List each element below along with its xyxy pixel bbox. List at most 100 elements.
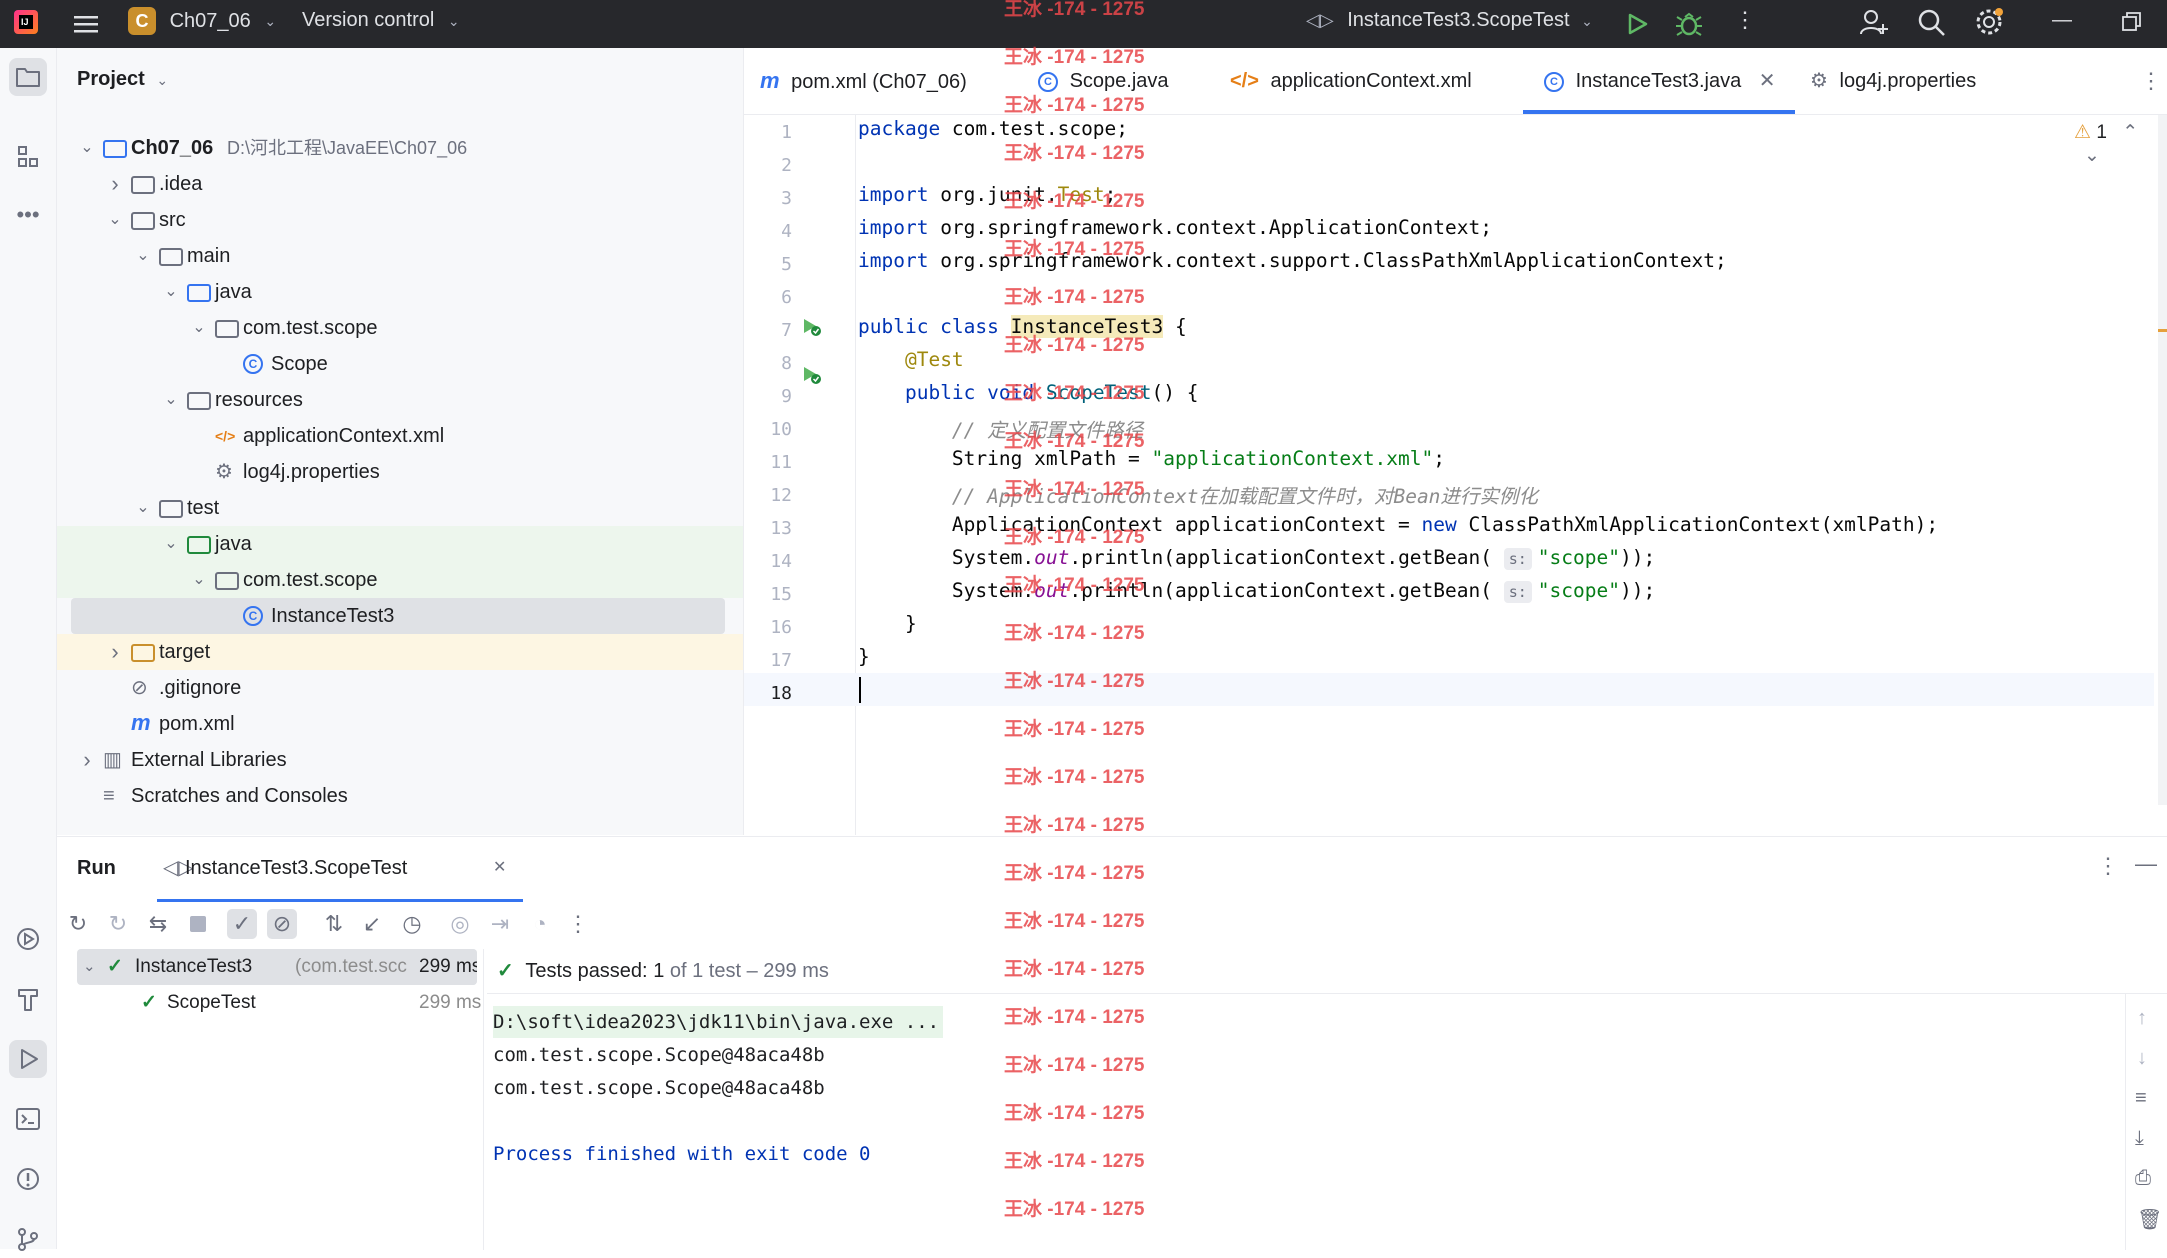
tree-item-main[interactable]: ⌄ main <box>57 238 743 274</box>
run-icon[interactable] <box>1624 6 1650 54</box>
tab-application-context-xml[interactable]: </> applicationContext.xml <box>1230 48 1472 114</box>
tree-item-pom-xml[interactable]: m pom.xml <box>57 706 743 742</box>
tree-item-java[interactable]: ⌄ java <box>57 274 743 310</box>
chevron-down-icon[interactable]: ⌄ <box>83 949 96 985</box>
class-icon: C <box>243 354 263 374</box>
more-actions-icon[interactable]: ⋮ <box>563 909 593 939</box>
version-control-menu[interactable]: Version control ⌄ <box>302 0 460 48</box>
tree-item-target[interactable]: › target <box>57 634 743 670</box>
debug-icon[interactable] <box>1674 6 1704 54</box>
show-passed-icon[interactable]: ✓ <box>227 909 257 939</box>
chevron-down-icon[interactable]: ⌄ <box>77 130 97 166</box>
run-config-tab[interactable]: ◁▷ InstanceTest3.ScopeTest ✕ <box>157 837 523 902</box>
add-user-icon[interactable] <box>1858 4 1890 52</box>
soft-wrap-icon[interactable]: ≡ <box>2135 1087 2147 1110</box>
terminal-tool-icon[interactable] <box>9 1100 47 1138</box>
chevron-down-icon[interactable]: ⌄ <box>2084 145 2100 166</box>
sort-alphabetically-icon[interactable]: ⇅ <box>319 909 349 939</box>
toggle-auto-test-icon[interactable]: ⇆ <box>143 909 173 939</box>
project-panel-header[interactable]: Project ⌄ <box>77 68 168 91</box>
hide-panel-icon[interactable]: — <box>2135 851 2157 877</box>
tree-item-resources[interactable]: ⌄ resources <box>57 382 743 418</box>
run-config-tab-label: InstanceTest3.ScopeTest <box>185 857 408 879</box>
chevron-down-icon[interactable]: ⌄ <box>161 382 181 418</box>
gutter-divider <box>855 115 856 835</box>
rerun-failed-icon[interactable]: ↻ <box>103 909 133 939</box>
tree-item-log4j-properties[interactable]: ⚙ log4j.properties <box>57 454 743 490</box>
history-icon[interactable]: ◷ <box>397 909 427 939</box>
chevron-down-icon[interactable]: ⌄ <box>133 490 153 526</box>
run-test-gutter-icon[interactable] <box>800 315 822 342</box>
services-tool-icon[interactable] <box>9 920 47 958</box>
tab-pom-xml[interactable]: m pom.xml (Ch07_06) <box>760 48 967 114</box>
tree-item-com-test-scope[interactable]: ⌄ com.test.scope <box>57 310 743 346</box>
restore-window-icon[interactable] <box>2120 4 2144 52</box>
chevron-down-icon[interactable]: ⌄ <box>161 274 181 310</box>
chevron-right-icon[interactable]: › <box>105 166 125 202</box>
import-tests-icon[interactable]: ⇥ <box>485 909 515 939</box>
git-tool-icon[interactable] <box>9 1220 47 1258</box>
tree-item-gitignore[interactable]: ⊘ .gitignore <box>57 670 743 706</box>
main-menu-icon[interactable] <box>72 6 100 42</box>
tree-item-com-test-scope[interactable]: ⌄ com.test.scope <box>57 562 743 598</box>
minimize-window-icon[interactable]: — <box>2052 0 2072 48</box>
chevron-right-icon[interactable]: › <box>105 634 125 670</box>
test-row-instancetest3[interactable]: ⌄ ✓ InstanceTest3 (com.test.scc 299 ms <box>77 949 477 985</box>
console-line-command[interactable]: D:\soft\idea2023\jdk11\bin\java.exe ... <box>493 1006 944 1038</box>
structure-tool-icon[interactable] <box>9 138 47 176</box>
more-tools-icon[interactable]: ••• <box>9 196 47 234</box>
app-logo-icon[interactable]: IJ <box>12 8 40 36</box>
tab-options-icon[interactable]: ⋮ <box>2140 48 2162 114</box>
chevron-down-icon[interactable]: ⌄ <box>189 310 209 346</box>
run-tool-icon[interactable] <box>9 1040 47 1078</box>
editor-scrollbar[interactable] <box>2158 115 2167 805</box>
search-icon[interactable] <box>1916 4 1948 52</box>
stop-icon[interactable] <box>183 909 213 939</box>
rerun-icon[interactable]: ↻ <box>63 909 93 939</box>
close-tab-icon[interactable]: ✕ <box>1759 70 1776 92</box>
problems-tool-icon[interactable] <box>9 1160 47 1198</box>
test-row-scopetest[interactable]: ✓ ScopeTest 299 ms <box>77 985 481 1021</box>
print-icon[interactable]: ⎙ <box>2135 1167 2151 1190</box>
close-tab-icon[interactable]: ✕ <box>493 837 506 899</box>
scroll-up-icon[interactable]: ↑ <box>2137 1007 2147 1030</box>
run-test-gutter-icon[interactable] <box>800 363 822 390</box>
chevron-right-icon[interactable]: › <box>77 742 97 778</box>
code-editor[interactable]: ⚠ 1 ⌃ ⌄ 1 2 3 4 5 6 7 8 9 10 11 12 13 14 15 16 17 18 pack… <box>744 115 2167 835</box>
show-ignored-icon[interactable]: ⊘ <box>267 909 297 939</box>
console-line-exit: Process finished with exit code 0 <box>493 1143 871 1165</box>
chevron-up-icon[interactable]: ⌃ <box>2122 122 2138 143</box>
project-tool-icon[interactable] <box>9 58 47 96</box>
coverage-icon[interactable]: ◔ <box>525 909 555 939</box>
chevron-down-icon[interactable]: ⌄ <box>105 202 125 238</box>
tree-item-scratches-and-consoles[interactable]: ≡ Scratches and Consoles <box>57 778 743 814</box>
class-icon: C <box>243 606 263 626</box>
more-options-icon[interactable]: ⋮ <box>2097 853 2119 879</box>
tree-item-test[interactable]: ⌄ test <box>57 490 743 526</box>
tree-item-java[interactable]: ⌄ java <box>57 526 743 562</box>
tree-item-external-libraries[interactable]: › ▥ External Libraries <box>57 742 743 778</box>
project-switcher[interactable]: C Ch07_06 ⌄ <box>128 0 276 48</box>
settings-gear-icon[interactable] <box>1974 4 2006 52</box>
more-actions-icon[interactable]: ⋮ <box>1734 0 1756 48</box>
scroll-to-end-icon[interactable]: ⤓ <box>2135 1127 2144 1150</box>
console-output[interactable]: D:\soft\idea2023\jdk11\bin\java.exe ... … <box>487 994 2117 1250</box>
tab-log4j-properties[interactable]: ⚙ log4j.properties <box>1810 48 1976 114</box>
scroll-down-icon[interactable]: ↓ <box>2137 1047 2147 1070</box>
screenshot-icon[interactable]: ◎ <box>445 909 475 939</box>
tree-item-ch07-06[interactable]: ⌄ Ch07_06 D:\河北工程\JavaEE\Ch07_06 <box>57 130 743 166</box>
chevron-down-icon[interactable]: ⌄ <box>133 238 153 274</box>
tree-item-instancetest3[interactable]: C InstanceTest3 <box>57 598 743 634</box>
build-tool-icon[interactable] <box>9 980 47 1018</box>
run-config-selector[interactable]: ◁▷ InstanceTest3.ScopeTest ⌄ <box>1306 0 1593 48</box>
clear-all-icon[interactable]: 🗑 <box>2137 1207 2162 1232</box>
tab-instance-test3-java[interactable]: C InstanceTest3.java ✕ <box>1544 48 1776 114</box>
chevron-down-icon[interactable]: ⌄ <box>189 562 209 598</box>
tree-item-src[interactable]: ⌄ src <box>57 202 743 238</box>
chevron-down-icon[interactable]: ⌄ <box>161 526 181 562</box>
inspection-widget[interactable]: ⚠ 1 ⌃ ⌄ <box>2074 121 2167 167</box>
tree-item-idea[interactable]: › .idea <box>57 166 743 202</box>
tree-item-scope[interactable]: C Scope <box>57 346 743 382</box>
tree-item-applicationcontext-xml[interactable]: </> applicationContext.xml <box>57 418 743 454</box>
sort-by-duration-icon[interactable]: ↙ <box>357 909 387 939</box>
